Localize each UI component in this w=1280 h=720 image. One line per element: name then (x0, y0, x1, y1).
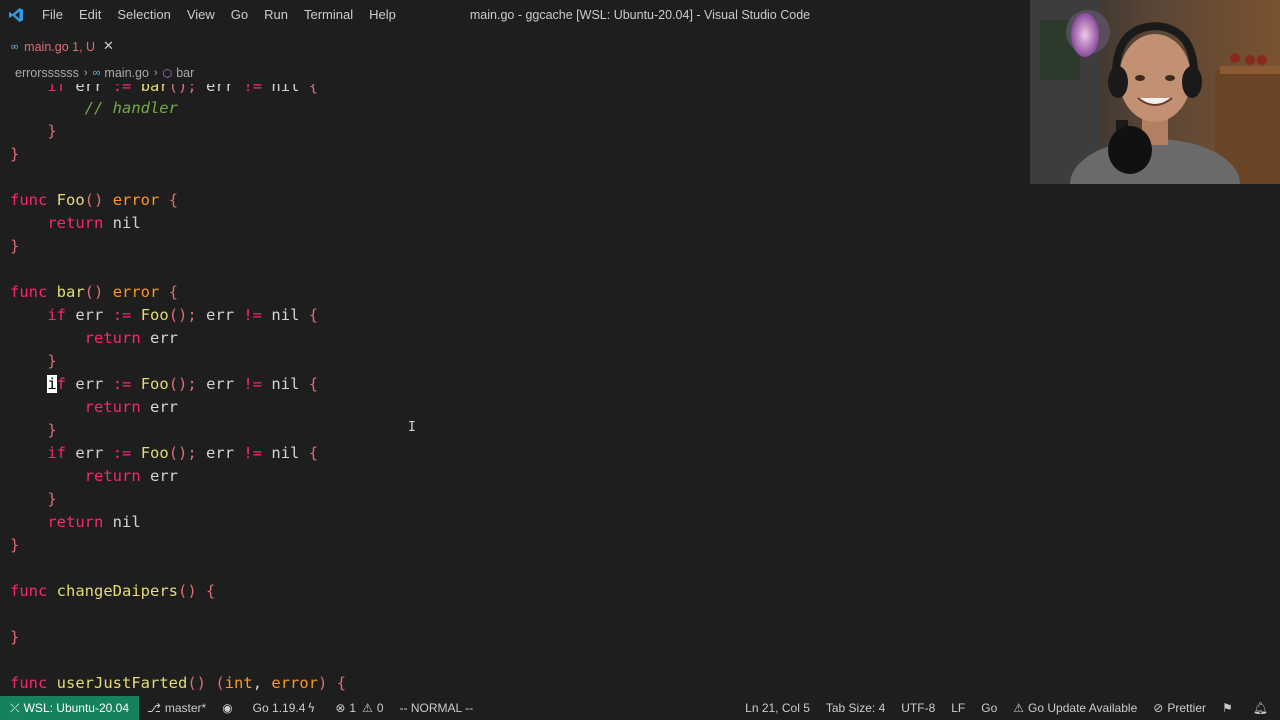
sync-status[interactable]: ◉ (214, 696, 244, 720)
breadcrumb-folder[interactable]: errorssssss (15, 66, 79, 80)
menu-file[interactable]: File (34, 0, 71, 30)
function-symbol-icon: ⬡ (162, 67, 173, 80)
code-line: if err := Foo(); err != nil { (47, 444, 319, 462)
code-line: func bar() error { (10, 283, 179, 301)
problems-indicator[interactable]: ⊗ 1 ⚠ 0 (327, 696, 391, 720)
code-line: return err (84, 467, 178, 485)
warning-icon: ⚠ (1013, 701, 1025, 715)
code-line: } (47, 421, 57, 439)
menu-selection[interactable]: Selection (109, 0, 178, 30)
feedback-icon: ⚑ (1222, 701, 1233, 715)
branch-icon: ⎇ (147, 701, 161, 715)
menu-go[interactable]: Go (223, 0, 256, 30)
notifications-button[interactable]: 🔔︎ (1245, 696, 1280, 720)
end-of-line[interactable]: LF (943, 696, 973, 720)
menu-view[interactable]: View (179, 0, 223, 30)
tab-main-go[interactable]: ∞ main.go 1, U ✕ (0, 30, 122, 62)
go-file-icon: ∞ (10, 40, 20, 53)
menu-run[interactable]: Run (256, 0, 296, 30)
code-line: } (47, 352, 57, 370)
lightning-icon: ϟ (307, 701, 316, 715)
vscode-logo-icon (8, 7, 24, 23)
code-line: func changeDaipers() { (10, 582, 216, 600)
menu-edit[interactable]: Edit (71, 0, 109, 30)
code-line: return err (84, 398, 178, 416)
menu-terminal[interactable]: Terminal (296, 0, 361, 30)
warning-icon: ⚠ (362, 701, 373, 715)
encoding[interactable]: UTF-8 (893, 696, 943, 720)
mouse-ibeam-icon: I (408, 420, 416, 435)
remote-icon: ⤫ (10, 700, 20, 715)
code-line: return err (84, 329, 178, 347)
code-line: } (10, 237, 20, 255)
code-line: func userJustFarted() (int, error) { (10, 674, 347, 692)
go-file-icon: ∞ (92, 67, 101, 79)
remote-indicator[interactable]: ⤫ WSL: Ubuntu-20.04 (0, 696, 140, 720)
chevron-right-icon: › (83, 67, 88, 79)
code-line: } (47, 490, 57, 508)
menu-bar: File Edit Selection View Go Run Terminal… (34, 0, 404, 30)
code-line: return nil (47, 214, 141, 232)
feedback-button[interactable]: ⚑ (1214, 696, 1245, 720)
code-line: if err := Foo(); err != nil { (47, 375, 319, 393)
code-line: if err := Foo(); err != nil { (47, 306, 319, 324)
code-line: if err := bar(); err != nil { (47, 84, 319, 95)
webcam-overlay (1030, 0, 1280, 184)
git-branch[interactable]: ⎇ master* (139, 696, 214, 720)
bell-icon: 🔔︎ (1252, 701, 1268, 715)
tab-label: main.go 1, U (24, 39, 96, 54)
breadcrumb-symbol[interactable]: bar (176, 66, 194, 80)
text-cursor: i (47, 375, 57, 393)
code-line: } (10, 145, 20, 163)
code-line: } (47, 122, 57, 140)
close-icon[interactable]: ✕ (103, 39, 114, 54)
code-line: return nil (47, 513, 141, 531)
cursor-position[interactable]: Ln 21, Col 5 (737, 696, 818, 720)
error-icon: ⊗ (335, 701, 346, 715)
status-bar: ⤫ WSL: Ubuntu-20.04 ⎇ master* ◉ Go 1.19.… (0, 696, 1280, 720)
code-line: } (10, 628, 20, 646)
go-version[interactable]: Go 1.19.4 ϟ (245, 696, 328, 720)
code-line: } (10, 536, 20, 554)
code-line: func Foo() error { (10, 191, 179, 209)
eye-icon: ◉ (222, 701, 233, 715)
tab-size[interactable]: Tab Size: 4 (818, 696, 893, 720)
language-mode[interactable]: Go (973, 696, 1005, 720)
prohibited-icon: ⊘ (1153, 701, 1164, 715)
vim-mode: -- NORMAL -- (399, 701, 474, 715)
go-update[interactable]: ⚠ Go Update Available (1005, 696, 1145, 720)
prettier[interactable]: ⊘ Prettier (1145, 696, 1214, 720)
menu-help[interactable]: Help (361, 0, 404, 30)
breadcrumb-file[interactable]: main.go (104, 66, 148, 80)
chevron-right-icon: › (153, 67, 158, 79)
code-line: // handler (84, 99, 178, 117)
